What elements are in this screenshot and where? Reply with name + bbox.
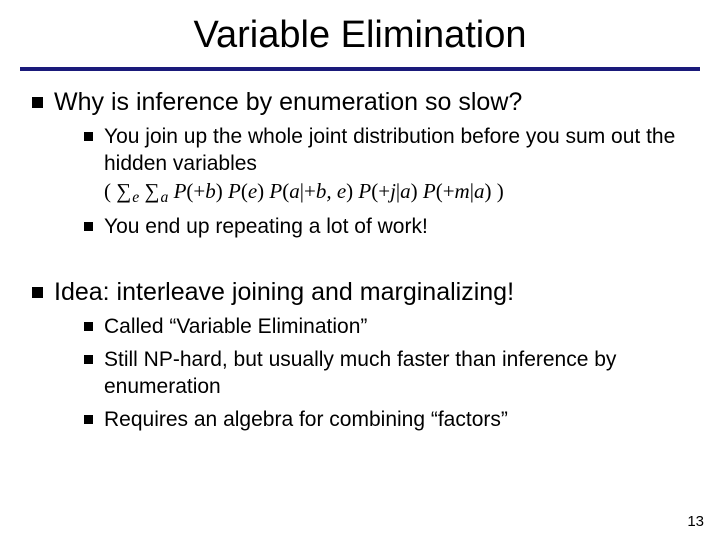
- s1-bullet-2: You end up repeating a lot of work!: [82, 214, 692, 241]
- s1-bullet-1: You join up the whole joint distribution…: [82, 124, 692, 208]
- section-1-subbullets: You join up the whole joint distribution…: [82, 124, 692, 241]
- section-gap: [28, 251, 692, 277]
- s2-bullet-1: Called “Variable Elimination”: [82, 314, 692, 341]
- s1-b1-text: You join up the whole joint distribution…: [104, 125, 675, 175]
- s2-bullet-2: Still NP-hard, but usually much faster t…: [82, 347, 692, 401]
- title-rule: [20, 67, 700, 71]
- slide-title: Variable Elimination: [0, 0, 720, 67]
- section-2-subbullets: Called “Variable Elimination” Still NP-h…: [82, 314, 692, 434]
- bullet-list-1: Why is inference by enumeration so slow?…: [28, 87, 692, 241]
- slide-body: Why is inference by enumeration so slow?…: [0, 77, 720, 434]
- s1-b1-formula: ( ∑e ∑a P(+b) P(e) P(a|+b, e) P(+j|a) P(…: [104, 179, 504, 203]
- section-2-heading: Idea: interleave joining and marginalizi…: [54, 278, 514, 306]
- bullet-list-2: Idea: interleave joining and marginalizi…: [28, 277, 692, 434]
- section-1: Why is inference by enumeration so slow?…: [28, 87, 692, 241]
- slide: Variable Elimination Why is inference by…: [0, 0, 720, 540]
- page-number: 13: [687, 513, 704, 530]
- section-1-heading: Why is inference by enumeration so slow?: [54, 88, 522, 116]
- section-2: Idea: interleave joining and marginalizi…: [28, 277, 692, 434]
- s2-bullet-3: Requires an algebra for combining “facto…: [82, 407, 692, 434]
